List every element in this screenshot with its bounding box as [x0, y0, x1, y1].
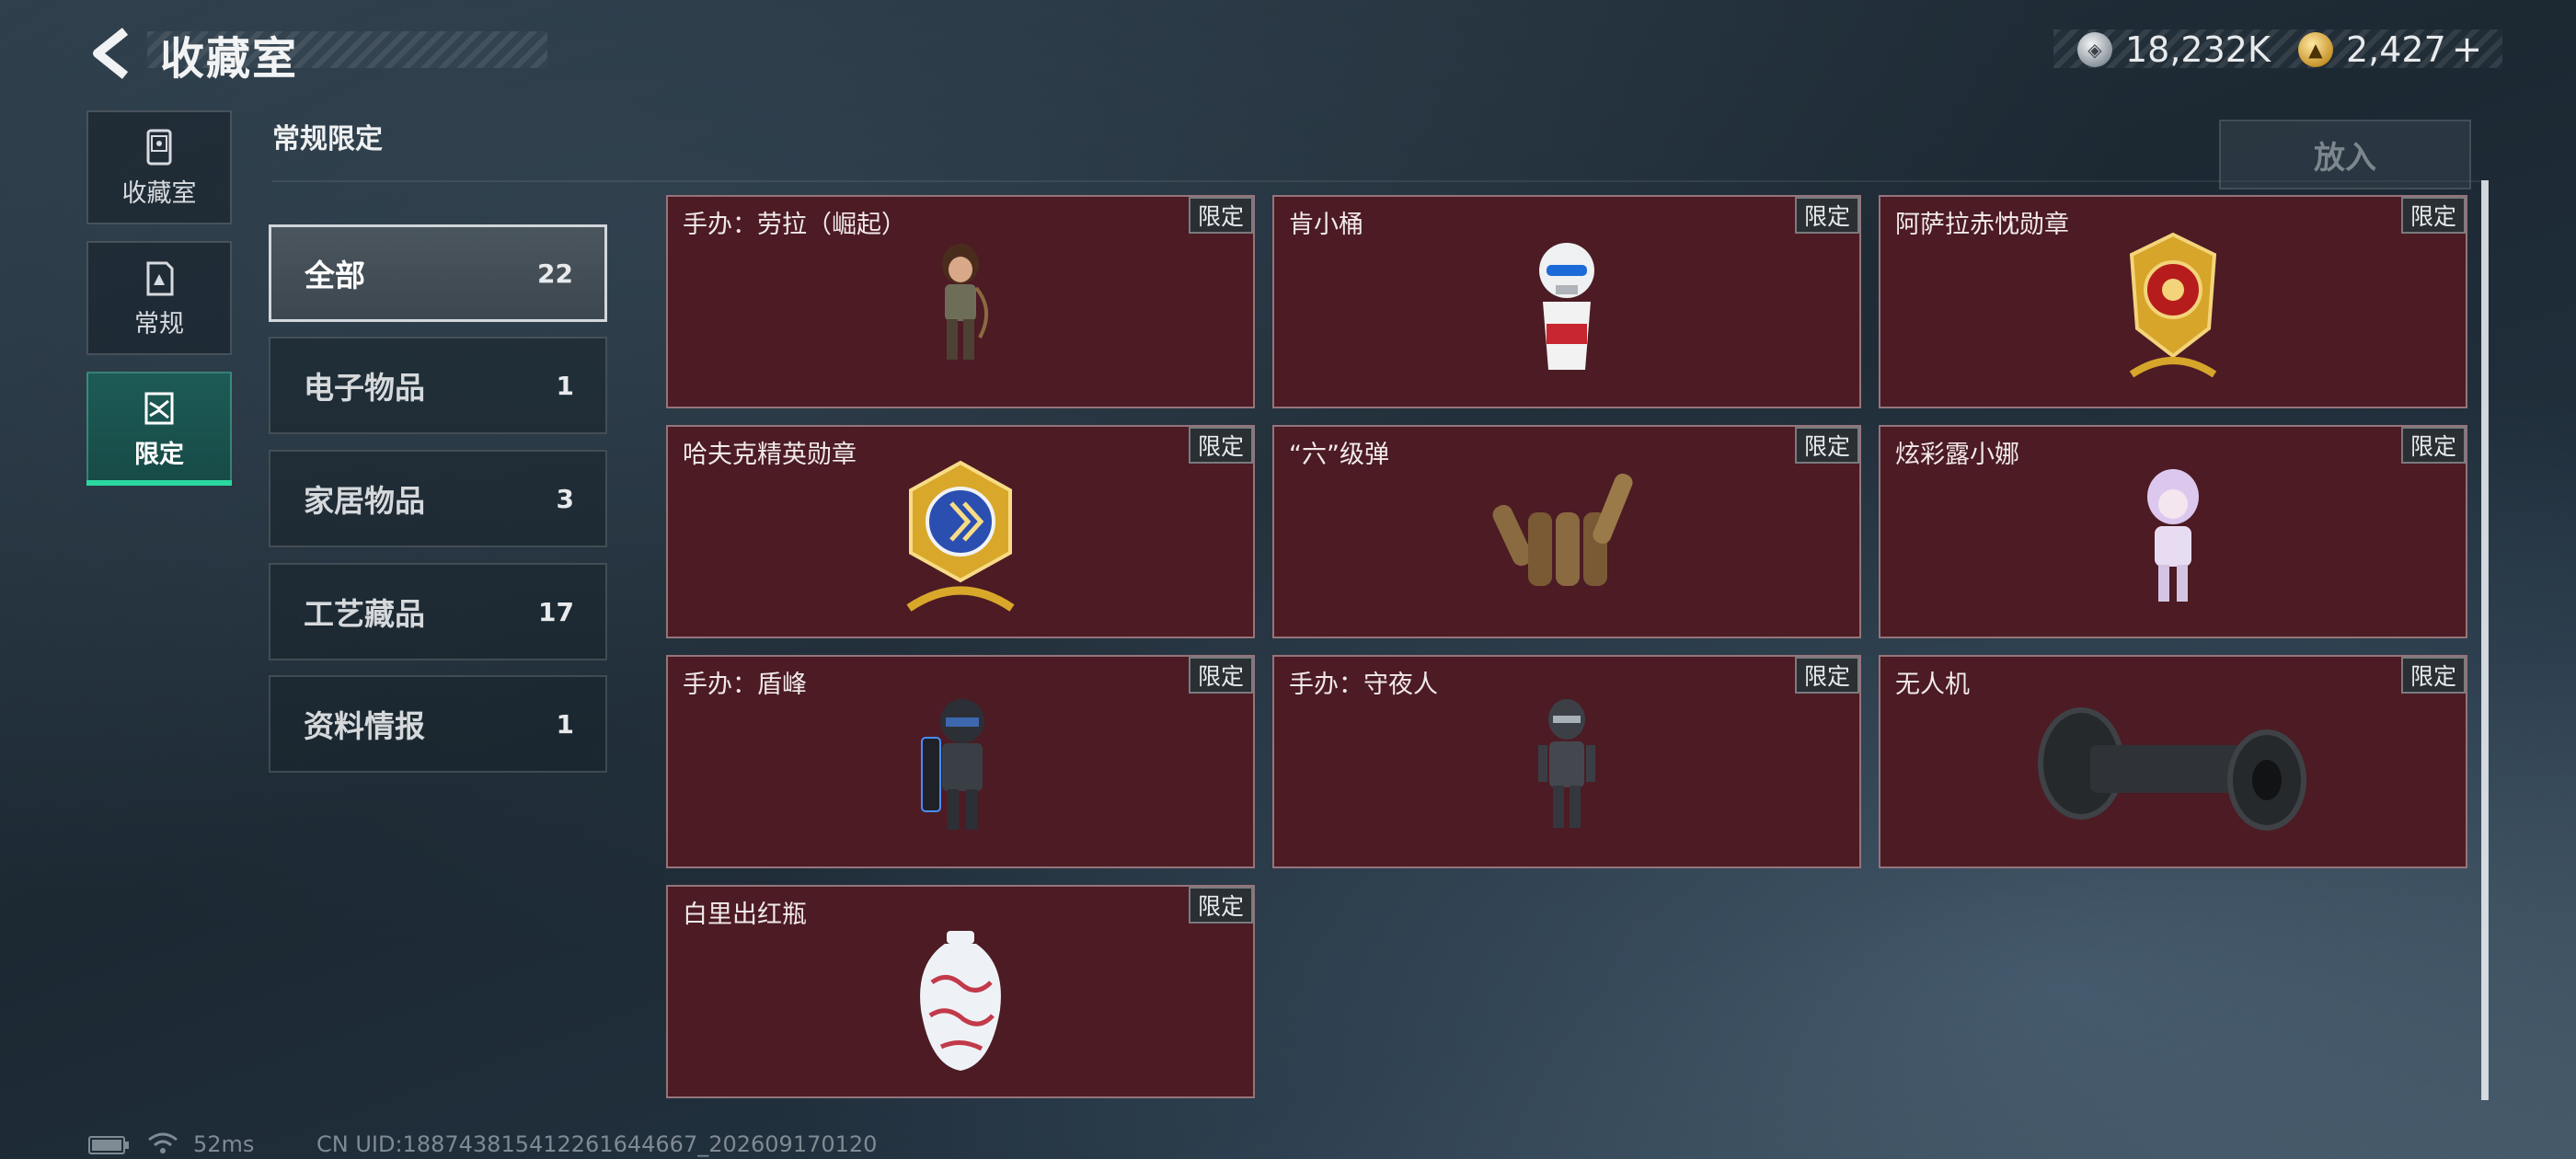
category-name: 工艺藏品 [304, 596, 425, 632]
item-card[interactable]: 哈夫克精英勋章 限定 [666, 425, 1255, 638]
category-household[interactable]: 家居物品 3 [269, 450, 607, 547]
category-crafts[interactable]: 工艺藏品 17 [269, 563, 607, 660]
item-name: 肯小桶 [1289, 211, 1363, 239]
item-name: 手办：盾峰 [683, 671, 807, 699]
tab-limited[interactable]: 限定 [86, 372, 232, 486]
item-card[interactable]: 阿萨拉赤忱勋章 限定 [1879, 195, 2467, 408]
limited-icon [144, 392, 174, 424]
lara-figure-icon [942, 244, 988, 360]
category-name: 资料情报 [304, 708, 425, 744]
silver-coin-icon: ◈ [2077, 32, 2112, 67]
scrollbar-thumb[interactable] [2481, 180, 2489, 1100]
item-card[interactable]: 手办：劳拉（崛起） 限定 [666, 195, 1255, 408]
medal-blue-icon [906, 460, 1015, 612]
medal-red-icon [2129, 232, 2217, 378]
gold-currency-value: 2,427 [2346, 29, 2446, 70]
category-all[interactable]: 全部 22 [269, 224, 607, 322]
gold-coin-icon: ▲ [2298, 32, 2333, 67]
place-button[interactable]: 放入 [2219, 120, 2471, 189]
limited-tag: 限定 [2401, 427, 2466, 464]
nightwatch-figure-icon [1538, 699, 1595, 828]
silver-currency-value: 18,232K [2125, 29, 2271, 70]
silver-currency: ◈ 18,232K [2077, 26, 2271, 74]
porcelain-vase-icon [920, 931, 1001, 1071]
limited-tag: 限定 [1189, 657, 1253, 694]
item-card[interactable]: 白里出红瓶 限定 [666, 885, 1255, 1098]
limited-tag: 限定 [2401, 657, 2466, 694]
category-count: 3 [556, 483, 574, 514]
limited-tag: 限定 [1189, 197, 1253, 234]
tab-regular[interactable]: 常规 [86, 241, 232, 355]
category-electronics[interactable]: 电子物品 1 [269, 337, 607, 434]
collection-room-icon [146, 129, 172, 165]
limited-tag: 限定 [1795, 657, 1859, 694]
active-tab-indicator [86, 480, 232, 486]
item-card[interactable]: 手办：盾峰 限定 [666, 655, 1255, 868]
category-intel[interactable]: 资料情报 1 [269, 675, 607, 773]
item-name: 哈夫克精英勋章 [683, 441, 857, 469]
drone-wheel-icon [2038, 707, 2306, 831]
ping-text: 52ms [193, 1131, 255, 1157]
battery-icon [88, 1136, 129, 1154]
limited-tag: 限定 [1189, 427, 1253, 464]
tab-collection-room-label: 收藏室 [121, 178, 197, 208]
limited-tag: 限定 [1795, 197, 1859, 234]
add-currency-button[interactable]: + [2452, 29, 2483, 71]
item-card[interactable]: 炫彩露小娜 限定 [1879, 425, 2467, 638]
item-name: 阿萨拉赤忱勋章 [1895, 211, 2069, 239]
item-name: 炫彩露小娜 [1895, 441, 2019, 469]
category-count: 22 [537, 258, 573, 289]
luna-figure-icon [2147, 469, 2199, 602]
limited-tag: 限定 [1795, 427, 1859, 464]
section-divider [272, 180, 2484, 182]
item-name: “六”级弹 [1289, 441, 1389, 469]
limited-tag: 限定 [2401, 197, 2466, 234]
section-title: 常规限定 [272, 123, 383, 155]
category-name: 家居物品 [304, 483, 425, 519]
wifi-icon [148, 1132, 178, 1153]
limited-tag: 限定 [1189, 887, 1253, 924]
regular-icon [146, 261, 174, 295]
back-arrow-icon[interactable] [88, 26, 134, 81]
item-name: 无人机 [1895, 671, 1970, 699]
kfc-bucket-figure-icon [1539, 243, 1594, 370]
bullet-hand-icon [1492, 473, 1633, 586]
shield-figure-icon [921, 699, 984, 830]
item-name: 手办：劳拉（崛起） [683, 211, 906, 239]
page-title: 收藏室 [160, 33, 299, 85]
category-count: 1 [556, 370, 574, 401]
category-name: 全部 [305, 258, 365, 293]
item-name: 手办：守夜人 [1289, 671, 1438, 699]
category-name: 电子物品 [304, 370, 425, 406]
tab-limited-label: 限定 [134, 440, 184, 469]
item-card[interactable]: 肯小桶 限定 [1272, 195, 1861, 408]
tab-regular-label: 常规 [134, 309, 184, 339]
item-name: 白里出红瓶 [683, 901, 807, 929]
uid-text: CN UID:188743815412261644667_20260917012… [316, 1131, 878, 1157]
category-count: 17 [538, 596, 574, 627]
item-card[interactable]: “六”级弹 限定 [1272, 425, 1861, 638]
tab-collection-room[interactable]: 收藏室 [86, 110, 232, 224]
item-card[interactable]: 手办：守夜人 限定 [1272, 655, 1861, 868]
gold-currency[interactable]: ▲ 2,427 + [2298, 26, 2482, 74]
category-count: 1 [556, 708, 574, 740]
item-card[interactable]: 无人机 限定 [1879, 655, 2467, 868]
